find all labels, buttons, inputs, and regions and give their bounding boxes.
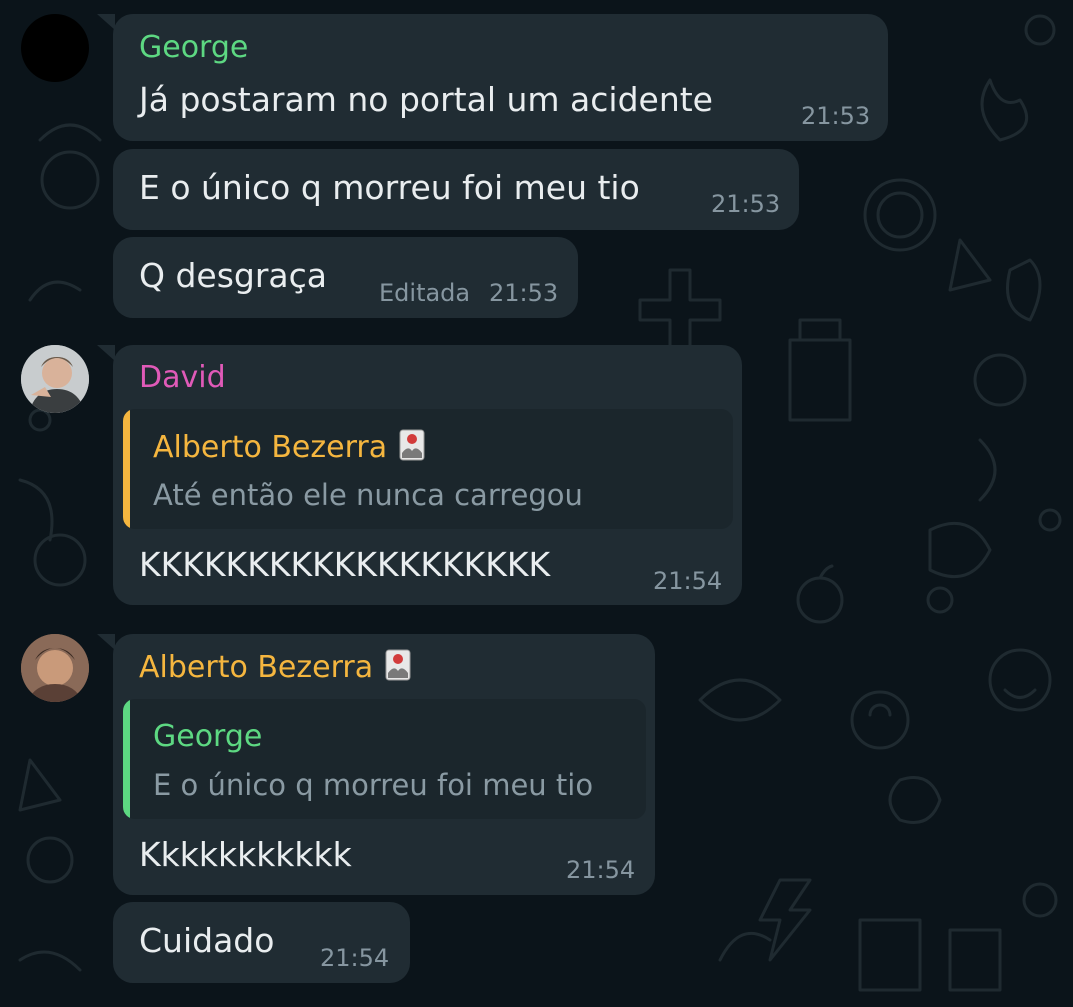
quote-sender: Alberto Bezerra — [153, 429, 425, 470]
message-text: Já postaram no portal um acidente — [139, 80, 713, 119]
quote-sender: George — [153, 719, 263, 754]
message-text: Q desgraça — [139, 256, 328, 295]
message-time: 21:53 — [801, 102, 871, 130]
quote-text: E o único q morreu foi meu tio — [153, 768, 594, 802]
message-time: 21:54 — [320, 944, 390, 972]
sender-name-alberto-bezerra[interactable]: Alberto Bezerra — [139, 649, 411, 690]
message-text: Kkkkkkkkkkk — [139, 835, 352, 874]
message-bubble[interactable]: Cuidado 21:54 — [113, 902, 410, 983]
message-time: 21:54 — [566, 856, 636, 884]
message-bubble[interactable]: Alberto Bezerra George E o único q morre… — [97, 634, 655, 895]
card-emoji-icon — [385, 649, 411, 690]
avatar-david[interactable] — [21, 345, 89, 413]
bubble-tail — [97, 14, 115, 30]
message-bubble[interactable]: Q desgraça Editada 21:53 — [113, 237, 578, 318]
quote-bar — [123, 409, 130, 529]
bubble-tail — [97, 634, 115, 650]
quote-text: Até então ele nunca carregou — [153, 478, 583, 512]
person-photo-icon — [21, 345, 89, 413]
person-photo-icon — [21, 634, 89, 702]
message-time: 21:53 — [711, 190, 781, 218]
message-bubble[interactable]: George Já postaram no portal um acidente… — [97, 14, 888, 141]
card-emoji-icon — [399, 429, 425, 470]
message-text: KKKKKKKKKKKKKKKKKKK — [139, 545, 551, 584]
sender-name-david[interactable]: David — [139, 360, 226, 396]
quoted-message[interactable]: Alberto Bezerra Até então ele nunca carr… — [123, 409, 733, 529]
quote-bar — [123, 699, 130, 819]
message-time: 21:54 — [653, 567, 723, 595]
message-text: Cuidado — [139, 921, 275, 960]
message-text: E o único q morreu foi meu tio — [139, 168, 640, 207]
avatar-alberto-bezerra[interactable] — [21, 634, 89, 702]
edited-label: Editada — [379, 279, 471, 307]
sender-name-text: Alberto Bezerra — [139, 650, 374, 685]
quoted-message[interactable]: George E o único q morreu foi meu tio — [123, 699, 646, 819]
message-bubble[interactable]: David Alberto Bezerra Até então ele nunc… — [97, 345, 742, 605]
avatar-george[interactable] — [21, 14, 89, 82]
message-time: 21:53 — [489, 279, 559, 307]
message-bubble[interactable]: E o único q morreu foi meu tio 21:53 — [113, 149, 799, 230]
sender-name-george[interactable]: George — [139, 30, 248, 66]
bubble-tail — [97, 345, 115, 361]
quote-sender-name: Alberto Bezerra — [153, 430, 388, 465]
